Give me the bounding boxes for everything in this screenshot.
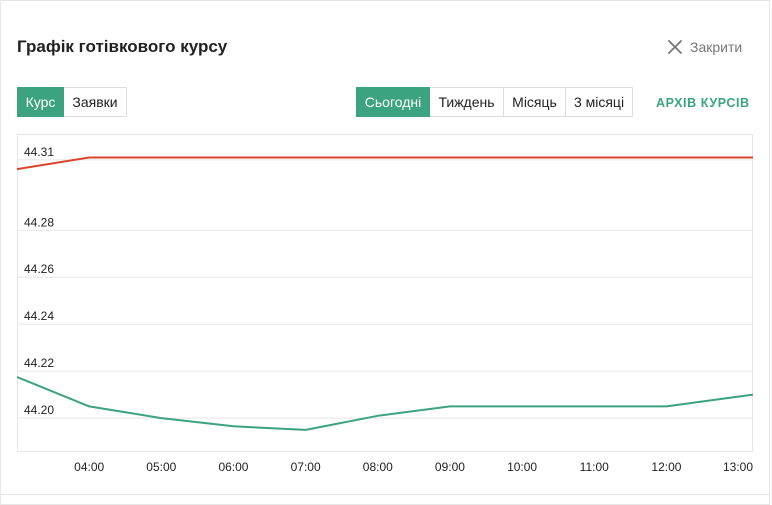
tab-month[interactable]: Місяць <box>503 87 566 117</box>
tab-rate[interactable]: Курс <box>17 87 64 117</box>
rate-chart-svg: 44.31 44.28 44.26 44.24 44.22 44.20 04:00 05:00… <box>17 134 753 474</box>
x-tick-label: 06:00 <box>218 460 248 474</box>
tab-week[interactable]: Тиждень <box>429 87 504 117</box>
x-tick-label: 08:00 <box>363 460 393 474</box>
y-tick-label: 44.24 <box>24 309 54 323</box>
close-label: Закрити <box>690 39 743 55</box>
x-tick-label: 10:00 <box>507 460 537 474</box>
y-tick-label: 44.31 <box>24 145 54 159</box>
series-line-0 <box>17 156 753 171</box>
y-tick-label: 44.28 <box>24 215 54 229</box>
close-button[interactable]: Закрити <box>668 39 742 55</box>
y-tick-label: 44.20 <box>24 403 54 417</box>
period-tab-group: Сьогодні Тиждень Місяць 3 місяці <box>356 87 633 117</box>
y-tick-label: 44.22 <box>24 356 54 370</box>
x-tick-label: 09:00 <box>435 460 465 474</box>
x-tick-label: 07:00 <box>291 460 321 474</box>
tab-today[interactable]: Сьогодні <box>356 87 430 117</box>
series-line-1 <box>17 376 753 431</box>
mode-tab-group: Курс Заявки <box>17 87 127 117</box>
rate-chart: 44.31 44.28 44.26 44.24 44.22 44.20 04:00 05:00… <box>17 134 753 478</box>
tab-3-months[interactable]: 3 місяці <box>565 87 633 117</box>
panel-title: Графік готівкового курсу <box>17 37 228 56</box>
tab-requests[interactable]: Заявки <box>63 87 127 117</box>
x-tick-label: 12:00 <box>651 460 681 474</box>
y-tick-label: 44.26 <box>24 262 54 276</box>
chart-frame <box>17 134 753 452</box>
close-icon <box>668 40 682 54</box>
x-tick-label: 11:00 <box>580 460 609 474</box>
x-tick-label: 05:00 <box>146 460 176 474</box>
panel-divider <box>0 494 770 495</box>
rates-archive-link[interactable]: АРХІВ КУРСІВ <box>656 96 750 110</box>
x-tick-label: 13:00 <box>723 460 753 474</box>
x-tick-label: 04:00 <box>74 460 104 474</box>
